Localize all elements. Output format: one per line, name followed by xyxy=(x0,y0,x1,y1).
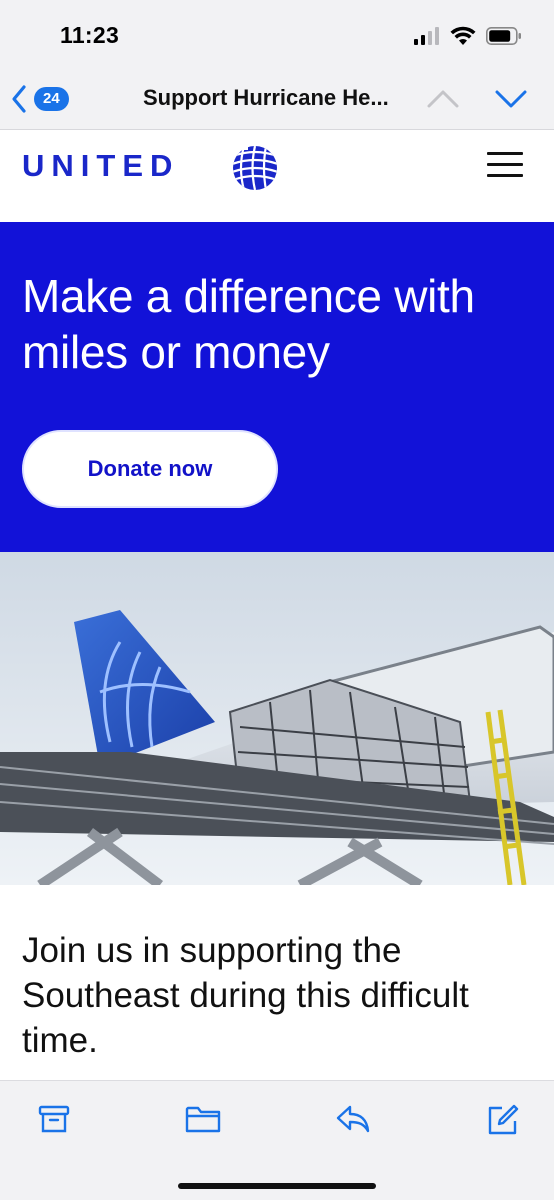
status-time: 11:23 xyxy=(60,22,120,48)
hero-banner: Make a difference with miles or money Do… xyxy=(0,222,554,552)
chevron-down-icon[interactable] xyxy=(494,86,528,112)
united-wordmark: UNITED xyxy=(22,148,180,183)
donate-now-button[interactable]: Donate now xyxy=(22,430,278,508)
status-icons xyxy=(414,26,522,46)
globe-logo xyxy=(228,144,277,190)
back-button[interactable]: 24 xyxy=(10,82,90,116)
status-bar: 11:23 xyxy=(0,0,554,72)
compose-icon[interactable] xyxy=(486,1103,520,1137)
cargo-illustration xyxy=(0,552,554,885)
signal-icon xyxy=(414,27,439,45)
brand-bar: UNITED xyxy=(0,130,554,222)
body-paragraph: Join us in supporting the Southeast duri… xyxy=(22,931,469,1060)
home-indicator xyxy=(178,1183,376,1189)
bottom-toolbar xyxy=(0,1080,554,1200)
chevron-left-icon xyxy=(12,85,26,113)
unread-count-badge: 24 xyxy=(34,87,69,111)
folder-icon[interactable] xyxy=(185,1103,221,1135)
hero-headline: Make a difference with miles or money xyxy=(22,270,475,378)
cargo-aircraft-photo xyxy=(0,552,554,885)
mail-header: 24 Support Hurricane He... xyxy=(0,72,554,130)
archive-icon[interactable] xyxy=(38,1103,70,1135)
email-subject: Support Hurricane He... xyxy=(143,85,389,110)
battery-icon xyxy=(486,27,521,45)
hamburger-menu-icon[interactable] xyxy=(487,152,523,178)
chevron-up-icon[interactable] xyxy=(426,86,460,112)
wifi-icon xyxy=(450,26,476,45)
reply-icon[interactable] xyxy=(335,1103,371,1135)
